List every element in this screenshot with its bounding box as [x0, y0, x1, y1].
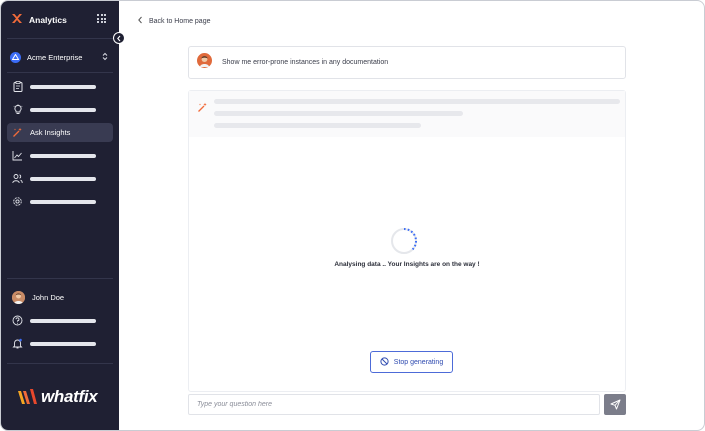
clipboard-icon — [12, 81, 23, 92]
lightbulb-icon — [12, 104, 23, 115]
sparkle-wand-icon — [197, 100, 208, 118]
stop-button-label: Stop generating — [393, 358, 444, 366]
insights-response-panel: Analysing data .. Your Insights are on t… — [188, 90, 626, 392]
chevron-left-icon — [137, 16, 143, 26]
nav-label-placeholder — [30, 199, 96, 204]
sidebar-item-2[interactable] — [7, 100, 113, 119]
divider — [7, 72, 113, 73]
chart-icon — [12, 150, 23, 161]
send-icon — [610, 399, 620, 410]
nav-label-placeholder — [30, 176, 96, 181]
user-name: John Doe — [32, 293, 65, 302]
sidebar-item-label: Ask Insights — [30, 128, 71, 137]
collapse-sidebar-button[interactable] — [113, 32, 125, 44]
sparkle-wand-icon — [12, 127, 23, 138]
sidebar-item-ask-insights[interactable]: Ask Insights — [7, 123, 113, 142]
help-circle-icon — [12, 315, 23, 326]
divider — [7, 38, 113, 39]
divider — [7, 278, 113, 279]
ban-icon — [380, 356, 389, 368]
back-link-label: Back to Home page — [149, 17, 211, 25]
grid-icon[interactable] — [97, 14, 106, 23]
gear-icon — [12, 196, 23, 207]
org-switcher[interactable]: Acme Enterprise — [10, 50, 108, 64]
nav-label-placeholder — [30, 84, 96, 89]
bell-icon — [12, 338, 23, 349]
user-query-message: Show me error-prone instances in any doc… — [188, 46, 626, 79]
avatar — [197, 52, 212, 73]
nav-label-placeholder — [30, 153, 96, 158]
whatfix-mark-icon — [18, 389, 37, 404]
org-name: Acme Enterprise — [27, 52, 83, 62]
loading-spinner-icon — [390, 227, 418, 255]
nav-label-placeholder — [30, 341, 96, 346]
skeleton-line — [214, 111, 463, 116]
chevron-updown-icon — [102, 52, 108, 62]
nav-label-placeholder — [30, 107, 96, 112]
avatar — [12, 291, 25, 304]
whatfix-x-icon — [11, 11, 23, 29]
divider — [7, 363, 113, 364]
sidebar-item-1[interactable] — [7, 77, 113, 96]
whatfix-logo: whatfix — [17, 387, 98, 407]
brand[interactable]: Analytics — [11, 12, 67, 28]
back-to-home-link[interactable]: Back to Home page — [137, 16, 210, 26]
skeleton-line — [214, 123, 421, 128]
send-button[interactable] — [604, 394, 626, 415]
question-input-container[interactable] — [188, 394, 600, 415]
sidebar-item-6[interactable] — [7, 192, 113, 211]
sidebar-item-5[interactable] — [7, 169, 113, 188]
org-avatar-icon — [10, 51, 21, 63]
query-text: Show me error-prone instances in any doc… — [222, 59, 389, 66]
sidebar-item-help[interactable] — [7, 311, 113, 330]
user-profile[interactable]: John Doe — [7, 288, 113, 307]
loading-message: Analysing data .. Your Insights are on t… — [334, 261, 480, 268]
skeleton-line — [214, 99, 620, 104]
sidebar: Analytics Acme Enterprise Ask Insights J… — [1, 1, 119, 430]
logo-text: whatfix — [41, 387, 98, 406]
sidebar-item-4[interactable] — [7, 146, 113, 165]
response-skeleton — [189, 91, 625, 137]
app-window: Analytics Acme Enterprise Ask Insights J… — [0, 0, 705, 431]
chevron-left-icon — [117, 35, 121, 41]
question-input[interactable] — [197, 401, 599, 408]
users-icon — [12, 173, 23, 184]
stop-generating-button[interactable]: Stop generating — [370, 351, 453, 373]
sidebar-item-notifications[interactable] — [7, 334, 113, 353]
nav-label-placeholder — [30, 318, 96, 323]
app-title: Analytics — [29, 15, 67, 25]
